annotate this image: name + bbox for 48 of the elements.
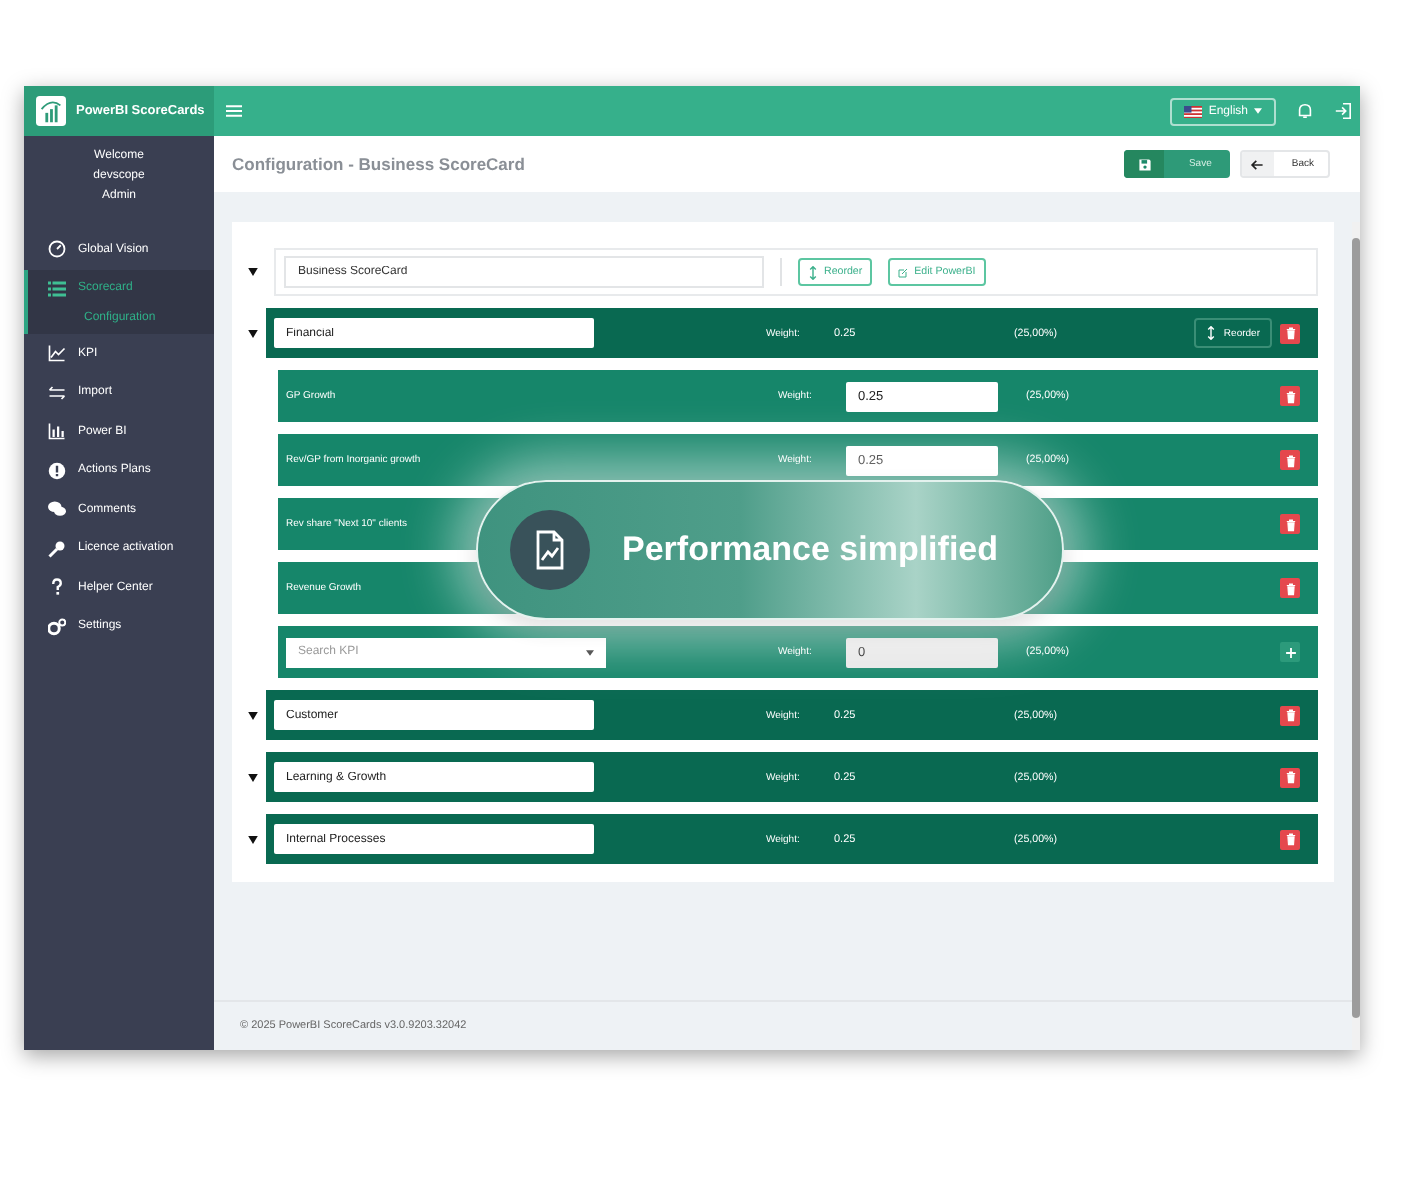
caret-icon	[1254, 108, 1262, 114]
trash-icon	[1283, 517, 1297, 531]
trash-icon	[1283, 389, 1297, 403]
plus-icon	[1283, 645, 1297, 659]
caret-icon[interactable]	[248, 329, 258, 337]
caret-icon[interactable]	[248, 835, 258, 843]
alert-icon	[48, 461, 66, 480]
scrollbar[interactable]	[1352, 222, 1360, 1050]
add-button[interactable]	[1280, 642, 1300, 662]
caret-icon[interactable]	[248, 711, 258, 719]
floppy-icon	[1137, 157, 1152, 171]
delete-button[interactable]	[1280, 578, 1300, 598]
bell-icon[interactable]	[1296, 102, 1314, 120]
delete-button[interactable]	[1280, 450, 1300, 470]
banner-text: Performance simplified	[622, 530, 999, 570]
delete-button[interactable]	[1280, 323, 1300, 343]
edit-icon	[898, 265, 909, 279]
trash-icon	[1283, 581, 1297, 595]
logout-icon[interactable]	[1334, 102, 1352, 120]
caret-icon	[586, 649, 594, 655]
flag-icon	[1184, 105, 1203, 117]
list-icon	[48, 279, 66, 298]
caret-icon[interactable]	[248, 268, 258, 276]
bar-chart-icon	[48, 422, 66, 441]
delete-button[interactable]	[1280, 514, 1300, 534]
gauge-icon	[48, 240, 66, 259]
trash-icon	[1283, 708, 1297, 722]
arrows-icon	[48, 383, 66, 402]
key-icon	[48, 539, 66, 558]
delete-button[interactable]	[1280, 705, 1300, 725]
logo-icon	[36, 96, 66, 126]
trash-icon	[1283, 832, 1297, 846]
question-icon	[48, 578, 66, 597]
menu-icon[interactable]	[226, 104, 242, 118]
page-title: Configuration - Business ScoreCard	[232, 154, 525, 174]
vertical-arrows-icon	[808, 265, 818, 279]
trash-icon	[1283, 770, 1297, 784]
delete-button[interactable]	[1280, 386, 1300, 406]
line-chart-icon	[48, 344, 66, 363]
delete-button[interactable]	[1280, 829, 1300, 849]
delete-button[interactable]	[1280, 767, 1300, 787]
trash-icon	[1283, 453, 1297, 467]
chat-icon	[48, 500, 66, 519]
gears-icon	[48, 617, 66, 636]
back-arrow-icon	[1250, 157, 1265, 171]
vertical-arrows-icon	[1205, 326, 1216, 340]
caret-icon[interactable]	[248, 773, 258, 781]
trash-icon	[1283, 326, 1297, 340]
